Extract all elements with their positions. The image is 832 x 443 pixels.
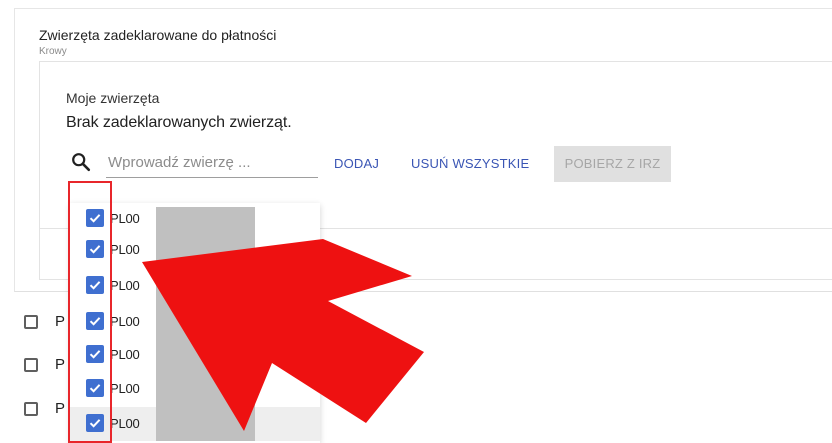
- list-item-checkbox[interactable]: [24, 315, 38, 329]
- dropdown-option-label: PL00: [110, 277, 140, 293]
- list-item-checkbox[interactable]: [24, 358, 38, 372]
- add-button[interactable]: DODAJ: [326, 146, 387, 182]
- empty-message: Brak zadeklarowanych zwierząt.: [66, 114, 292, 131]
- redacted-area: [156, 207, 255, 441]
- list-item-checkbox[interactable]: [24, 402, 38, 416]
- dropdown-option-label: PL00: [110, 313, 140, 329]
- dropdown-option-label: PL00: [110, 346, 140, 362]
- remove-all-button[interactable]: USUŃ WSZYSTKIE: [403, 146, 537, 182]
- dropdown-option-label: PL00: [110, 241, 140, 257]
- dropdown-option-label: PL00: [110, 415, 140, 431]
- section-title: Zwierzęta zadeklarowane do płatności: [39, 27, 277, 43]
- section-subtitle: Krowy: [39, 46, 67, 57]
- list-item-label: P: [55, 356, 66, 373]
- dropdown-option-label: PL00: [110, 210, 140, 226]
- list-item-label: P: [55, 400, 66, 417]
- fetch-from-irz-button: POBIERZ Z IRZ: [554, 146, 671, 182]
- animal-search-input[interactable]: [106, 148, 318, 178]
- checkbox-column-highlight: [68, 181, 112, 443]
- search-icon: [72, 153, 91, 172]
- my-animals-label: Moje zwierzęta: [66, 90, 160, 106]
- dropdown-option-label: PL00: [110, 380, 140, 396]
- list-item-label: P: [55, 313, 66, 330]
